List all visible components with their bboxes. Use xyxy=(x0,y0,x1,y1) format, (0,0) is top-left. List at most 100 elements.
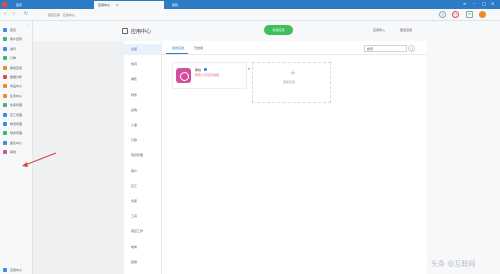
category-item[interactable]: 财务 xyxy=(124,90,162,101)
sidebar-item-icon xyxy=(3,122,7,126)
tab-approval-label: 审批 xyxy=(172,3,179,7)
sidebar-item[interactable]: 财务管理 xyxy=(3,130,22,136)
back-icon[interactable]: ‹ xyxy=(4,12,6,17)
category-item[interactable]: 电商 xyxy=(124,242,162,253)
category-item[interactable]: 项目管理 xyxy=(124,150,162,161)
category-item[interactable]: 员工 xyxy=(124,181,162,192)
watermark: 头条 @互联网 xyxy=(431,260,476,268)
sidebar-item[interactable]: 通讯 xyxy=(3,46,16,52)
approval-app-icon xyxy=(176,68,191,83)
category-item[interactable]: 客户 xyxy=(124,166,162,177)
sidebar-item-icon xyxy=(3,28,7,32)
tab-approval[interactable]: 审批 xyxy=(168,1,208,9)
sidebar-item[interactable]: 商品中心 xyxy=(3,83,22,89)
left-sidebar: « 首页客户经营通讯订单审批应用数据分析商品中心任务中心仓库管理员工管理物流管理… xyxy=(0,21,33,274)
settings-icon[interactable]: ⚙ xyxy=(466,11,473,18)
app-center-icon xyxy=(122,28,128,34)
subtab-enabled[interactable]: 已启用 xyxy=(194,46,203,50)
menu-icon[interactable]: ≡ xyxy=(463,2,466,6)
sidebar-item-icon xyxy=(3,93,7,98)
maximize-icon[interactable]: □ xyxy=(482,2,486,6)
sidebar-item-icon xyxy=(3,65,7,70)
notification-badge[interactable]: 11 xyxy=(452,11,459,18)
app-center-icon xyxy=(3,268,7,272)
sidebar-item[interactable]: 订单 xyxy=(3,55,16,61)
add-app-label: 添加应用 xyxy=(283,80,296,84)
sidebar-item-label: 数据分析 xyxy=(10,75,23,79)
sidebar-item[interactable]: 客户经营 xyxy=(3,36,22,42)
sidebar-item-icon xyxy=(3,112,7,117)
breadcrumb: 首页应用 · 应用中心 xyxy=(48,13,75,17)
search-input[interactable]: 搜索 xyxy=(364,45,407,52)
tab-app-center-label: 应用中心 xyxy=(98,3,111,7)
forward-icon[interactable]: › xyxy=(13,12,15,17)
sidebar-item[interactable]: 员工管理 xyxy=(3,112,22,118)
sidebar-item-icon xyxy=(3,75,7,79)
sidebar-item-icon xyxy=(3,37,7,42)
sidebar-item[interactable]: 任务中心 xyxy=(3,93,22,99)
sidebar-item-icon xyxy=(3,103,7,108)
category-item[interactable]: 全部 xyxy=(124,44,162,55)
sidebar-item[interactable]: 首页 xyxy=(3,27,16,33)
new-app-button[interactable]: 新建应用 xyxy=(264,25,293,35)
import-app-link[interactable]: 应用导入 xyxy=(373,28,385,32)
sidebar-item[interactable]: 数据分析 xyxy=(3,74,22,80)
sidebar-item-label: 报表中心 xyxy=(10,140,23,145)
sidebar-item-icon xyxy=(3,131,7,136)
sidebar-item[interactable]: 审批应用 xyxy=(3,65,22,71)
close-tab-icon[interactable]: ✕ xyxy=(116,3,119,7)
category-item[interactable]: 行政 xyxy=(124,135,162,146)
right-blank-area xyxy=(427,41,500,274)
sidebar-item[interactable]: 仓库管理 xyxy=(3,102,22,108)
sidebar-item-label: 客户经营 xyxy=(10,37,23,42)
sidebar-item-label: 物流管理 xyxy=(10,122,23,126)
category-item[interactable]: 人事 xyxy=(124,120,162,131)
sidebar-item-icon xyxy=(3,84,7,89)
sidebar-item[interactable]: 审批 xyxy=(3,149,16,155)
sidebar-item-label: 通讯 xyxy=(10,46,17,51)
category-item[interactable]: 项目工作 xyxy=(124,226,162,237)
content-header: 应用中心 新建应用 应用导入 更多应用 xyxy=(33,21,500,41)
category-item[interactable]: 采购 xyxy=(124,105,162,116)
refresh-icon[interactable]: ↻ xyxy=(24,12,28,17)
clock-icon[interactable]: ◷ xyxy=(439,11,446,18)
minimize-icon[interactable]: – xyxy=(473,2,475,6)
sidebar-item-label: 订单 xyxy=(10,56,17,61)
category-item[interactable]: 工具 xyxy=(124,211,162,222)
sidebar-item-label: 首页 xyxy=(10,28,17,32)
category-item[interactable]: 协同 xyxy=(124,59,162,70)
sidebar-footer-label: 应用中心 xyxy=(10,268,23,272)
category-item[interactable]: 其他 xyxy=(124,257,162,268)
sidebar-item[interactable]: 物流管理 xyxy=(3,121,22,127)
sidebar-item-label: 仓库管理 xyxy=(10,103,23,108)
category-item[interactable]: 仓库 xyxy=(124,196,162,207)
tab-home[interactable]: 首页 xyxy=(12,1,52,9)
sidebar-item[interactable]: 报表中心 xyxy=(3,140,22,146)
app-card-subtitle: 所有人可见已启用 xyxy=(195,73,220,77)
sidebar-item-label: 商品中心 xyxy=(10,84,23,89)
tab-app-center[interactable]: 应用中心 ✕ xyxy=(94,1,164,9)
close-window-icon[interactable]: ✕ xyxy=(491,2,494,6)
sidebar-item-label: 审批 xyxy=(10,150,17,155)
pin-icon[interactable]: ★ xyxy=(247,66,251,71)
sidebar-item-icon xyxy=(3,150,7,155)
add-app-card[interactable]: + 添加应用 xyxy=(252,62,331,103)
app-card-badge-icon xyxy=(204,68,207,71)
avatar[interactable] xyxy=(479,11,486,18)
search-icon[interactable]: ○ xyxy=(408,45,415,52)
sidebar-item-label: 财务管理 xyxy=(10,131,23,136)
more-apps-link[interactable]: 更多应用 xyxy=(400,28,412,32)
page-title: 应用中心 xyxy=(131,29,152,35)
category-item[interactable]: 销售 xyxy=(124,74,162,85)
sidebar-item-icon xyxy=(3,56,7,61)
sidebar-footer-app-center[interactable]: 应用中心 xyxy=(3,268,22,272)
app-logo-icon xyxy=(2,2,7,7)
sidebar-item-icon xyxy=(3,46,7,51)
sidebar-item-label: 审批应用 xyxy=(10,65,23,70)
tab-bar: 首页 应用中心 ✕ 审批 ≡ – □ ✕ xyxy=(0,0,500,9)
subtab-my-apps[interactable]: 我的应用 xyxy=(172,46,184,50)
collapse-sidebar-icon[interactable]: « xyxy=(27,23,29,27)
app-card-approval[interactable]: 审批 所有人可见已启用 ★ xyxy=(172,62,251,89)
sidebar-item-icon xyxy=(3,140,7,145)
sidebar-item-label: 员工管理 xyxy=(10,112,23,117)
